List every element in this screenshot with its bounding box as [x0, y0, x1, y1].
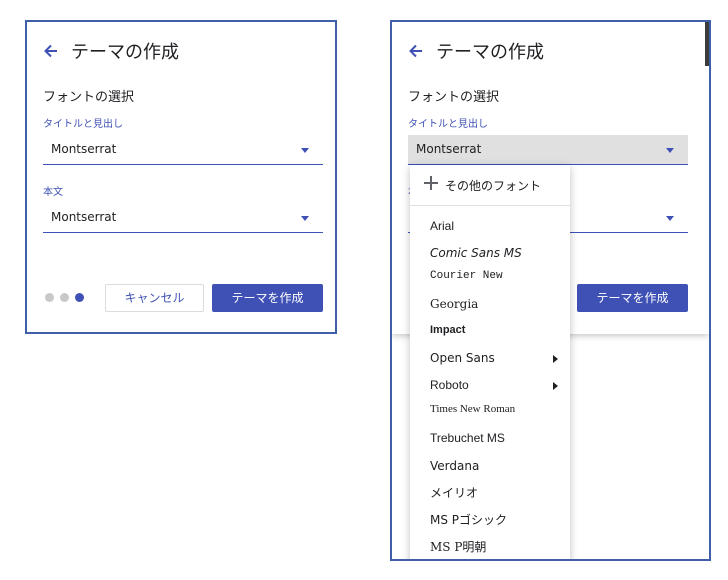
dialog-title: テーマの作成 — [436, 42, 544, 63]
create-theme-button[interactable]: テーマを作成 — [577, 284, 688, 312]
arrow-left-icon[interactable] — [406, 41, 426, 61]
step-dot-current — [75, 293, 84, 302]
font-item-meiryo[interactable]: メイリオ — [410, 479, 570, 505]
menu-divider — [410, 205, 570, 206]
font-item-label: MS Pゴシック — [430, 513, 508, 527]
body-font-label: 本文 — [43, 187, 63, 198]
font-item-verdana[interactable]: Verdana — [410, 454, 570, 480]
triangle-down-icon — [301, 216, 309, 221]
step-dot — [45, 293, 54, 302]
more-fonts-item[interactable]: その他のフォント — [410, 165, 570, 205]
font-item-label: Comic Sans MS — [430, 246, 522, 260]
font-item-label: Roboto — [430, 378, 469, 392]
scrollbar[interactable] — [705, 22, 709, 66]
heading-font-label: タイトルと見出し — [408, 119, 488, 130]
font-item-arial[interactable]: Arial — [410, 214, 570, 240]
font-item-trebuchet-ms[interactable]: Trebuchet MS — [410, 426, 570, 452]
heading-font-select[interactable]: Montserrat — [43, 135, 323, 165]
cancel-button[interactable]: キャンセル — [105, 284, 204, 312]
step-dot — [60, 293, 69, 302]
font-item-label: Georgia — [430, 297, 479, 311]
font-section-label: フォントの選択 — [408, 90, 500, 105]
font-item-label: メイリオ — [430, 486, 479, 500]
font-item-label: MS P明朝 — [430, 540, 487, 554]
triangle-right-icon — [553, 355, 558, 363]
triangle-down-icon — [301, 148, 309, 153]
body-font-select[interactable]: Montserrat — [43, 203, 323, 233]
font-item-impact[interactable]: Impact — [410, 319, 570, 345]
create-theme-button[interactable]: テーマを作成 — [212, 284, 323, 312]
plus-icon — [424, 176, 438, 190]
font-item-times-new-roman[interactable]: Times New Roman — [410, 398, 570, 424]
font-item-courier-new[interactable]: Courier New — [410, 265, 570, 291]
font-item-label: Trebuchet MS — [430, 431, 505, 445]
theme-dialog-font-menu-open: テーマの作成 フォントの選択 タイトルと見出し Montserrat 本文 Mo… — [390, 20, 711, 561]
triangle-down-icon — [666, 216, 674, 221]
arrow-left-icon[interactable] — [41, 41, 61, 61]
font-item-label: Verdana — [430, 459, 480, 473]
triangle-down-icon — [666, 148, 674, 153]
font-item-open-sans[interactable]: Open Sans — [410, 346, 570, 372]
font-item-label: Times New Roman — [430, 403, 516, 415]
font-section-label: フォントの選択 — [43, 90, 135, 105]
font-item-label: Courier New — [430, 270, 503, 282]
more-fonts-label: その他のフォント — [445, 179, 542, 193]
body-font-value: Montserrat — [51, 210, 117, 224]
heading-font-value: Montserrat — [416, 142, 482, 156]
heading-font-select[interactable]: Montserrat — [408, 135, 688, 165]
font-item-comic-sans[interactable]: Comic Sans MS — [410, 241, 570, 267]
font-item-ms-pgothic[interactable]: MS Pゴシック — [410, 506, 570, 532]
font-item-label: Arial — [430, 219, 455, 233]
font-item-label: Open Sans — [430, 351, 495, 365]
theme-dialog-default: テーマの作成 フォントの選択 タイトルと見出し Montserrat 本文 Mo… — [25, 20, 337, 334]
font-item-label: Impact — [430, 324, 466, 336]
font-dropdown-menu: その他のフォント Arial Comic Sans MS Courier New… — [410, 165, 570, 559]
font-item-georgia[interactable]: Georgia — [410, 292, 570, 318]
dialog-title: テーマの作成 — [71, 42, 179, 63]
font-item-ms-pmincho[interactable]: MS P明朝 — [410, 533, 570, 559]
heading-font-label: タイトルと見出し — [43, 119, 123, 130]
step-indicator — [45, 293, 84, 302]
triangle-right-icon — [553, 382, 558, 390]
font-item-roboto[interactable]: Roboto — [410, 373, 570, 399]
heading-font-value: Montserrat — [51, 142, 117, 156]
dialog-card: テーマの作成 フォントの選択 タイトルと見出し Montserrat 本文 Mo… — [27, 22, 335, 332]
